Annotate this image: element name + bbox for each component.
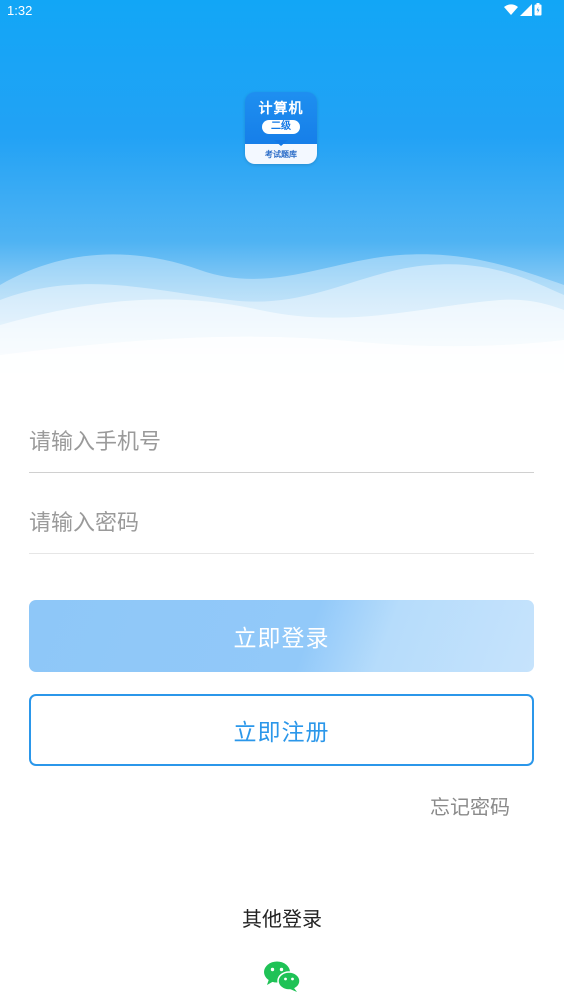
status-icons [504,3,542,16]
login-screen: 1:32 计算机 二级 考试题库 请输入手机号 立即登录 立即注册 忘记密码 其… [0,0,564,1003]
app-logo: 计算机 二级 考试题库 [245,92,317,164]
status-bar: 1:32 [0,0,564,22]
other-login-label: 其他登录 [242,907,322,931]
login-button[interactable]: 立即登录 [29,600,534,672]
battery-icon [534,3,542,16]
wave-decoration [0,254,564,390]
status-time: 1:32 [7,3,33,18]
logo-notch [274,140,288,146]
logo-badge: 二级 [262,120,300,134]
header-banner: 1:32 计算机 二级 考试题库 [0,0,564,390]
password-input[interactable] [29,493,534,553]
cellular-signal-icon [520,3,532,16]
register-button[interactable]: 立即注册 [29,694,534,766]
phone-field [29,412,534,473]
logo-title: 计算机 [258,101,304,117]
wechat-icon[interactable] [263,960,301,992]
logo-subtitle: 考试题库 [265,150,297,159]
forgot-password-link[interactable]: 忘记密码 [430,791,510,820]
password-field [29,493,534,554]
phone-input[interactable] [29,412,534,472]
wifi-icon [504,3,518,15]
